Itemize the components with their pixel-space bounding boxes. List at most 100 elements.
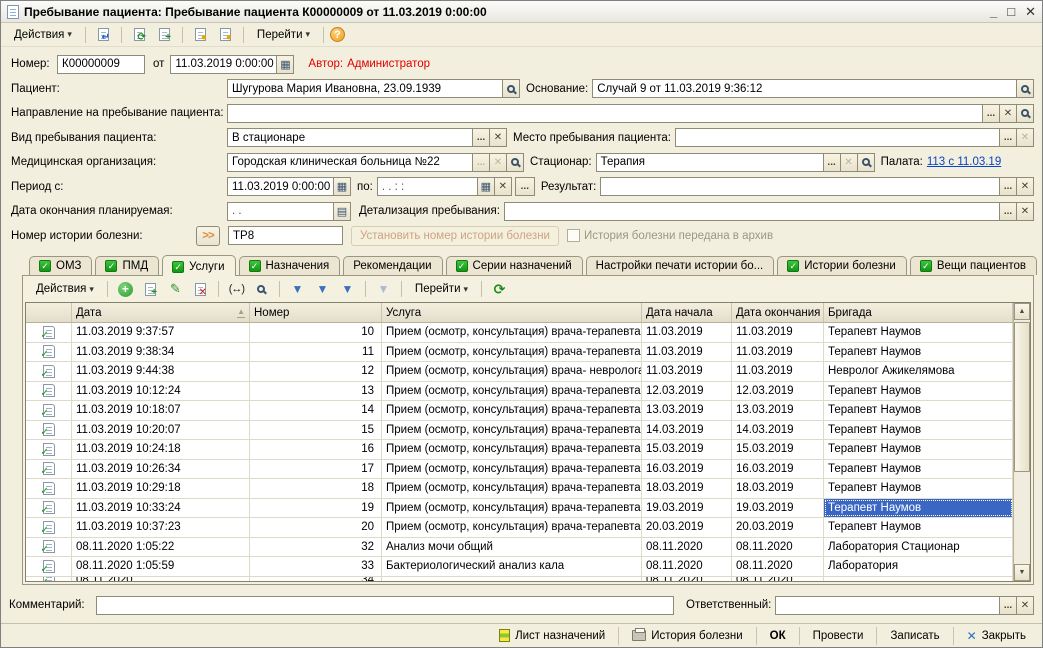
table-row[interactable]: ✓08.11.2020 1:05:5933Бактериологический …	[26, 557, 1013, 577]
table-row[interactable]: ✓11.03.2019 10:18:0714Прием (осмотр, кон…	[26, 401, 1013, 421]
column-header-service[interactable]: Услуга	[382, 303, 642, 322]
cell-team[interactable]: Невролог Ажикелямова	[824, 362, 1013, 381]
refresh-table-button[interactable]: ⟳	[488, 279, 511, 299]
cell-date[interactable]: 08.11.2020 1:05:59	[72, 557, 250, 576]
comment-input[interactable]	[96, 596, 674, 615]
cell-start[interactable]: 15.03.2019	[642, 440, 732, 459]
stay-type-input[interactable]: В стационаре	[227, 128, 473, 147]
go-menu-button[interactable]: Перейти ▾	[250, 26, 317, 44]
period-to-input[interactable]: . . : :	[377, 177, 478, 196]
column-header-end[interactable]: Дата окончания	[732, 303, 824, 322]
column-header-date[interactable]: Дата▲	[72, 303, 250, 322]
tab-2[interactable]: ✓ПМД	[95, 256, 159, 275]
cell-icon[interactable]: ✓	[26, 460, 72, 479]
cell-number[interactable]: 20	[250, 518, 382, 537]
cell-icon[interactable]: ✓	[26, 479, 72, 498]
filter-sort-button[interactable]: ▼	[286, 279, 309, 299]
cell-number[interactable]: 11	[250, 343, 382, 362]
cell-team[interactable]: Лаборатория	[824, 557, 1013, 576]
period-select-button[interactable]: ...	[515, 177, 535, 196]
detail-select-button[interactable]: ...	[1000, 202, 1017, 221]
cell-date[interactable]: 11.03.2019 10:26:34	[72, 460, 250, 479]
planned-end-input[interactable]: . .	[227, 202, 334, 221]
cell-start[interactable]: 08.11.2020	[642, 577, 732, 582]
cell-service[interactable]: Прием (осмотр, консультация) врача-терап…	[382, 518, 642, 537]
referral-lookup-button[interactable]	[1017, 104, 1034, 123]
table-row[interactable]: ✓11.03.2019 10:29:1818Прием (осмотр, кон…	[26, 479, 1013, 499]
scroll-track[interactable]	[1014, 320, 1030, 564]
table-row[interactable]: ✓11.03.2019 10:24:1816Прием (осмотр, кон…	[26, 440, 1013, 460]
cell-icon[interactable]: ✓	[26, 362, 72, 381]
copy-new-button[interactable]: +	[153, 25, 176, 45]
cell-start[interactable]: 08.11.2020	[642, 557, 732, 576]
cell-service[interactable]	[382, 577, 642, 582]
cell-icon[interactable]: ✓	[26, 557, 72, 576]
cell-date[interactable]: 11.03.2019 10:37:23	[72, 518, 250, 537]
cell-date[interactable]: 11.03.2019 10:20:07	[72, 421, 250, 440]
table-row[interactable]: ✓11.03.2019 10:12:2413Прием (осмотр, кон…	[26, 382, 1013, 402]
cell-number[interactable]: 10	[250, 323, 382, 342]
cell-icon[interactable]: ✓	[26, 440, 72, 459]
cell-service[interactable]: Анализ мочи общий	[382, 538, 642, 557]
ward-link[interactable]: 113 с 11.03.19	[927, 156, 1001, 168]
cell-icon[interactable]: ✓	[26, 401, 72, 420]
vertical-scrollbar[interactable]: ▲ ▼	[1013, 303, 1030, 581]
patient-lookup-button[interactable]	[503, 79, 520, 98]
tab-8[interactable]: ✓Истории болезни	[777, 256, 907, 275]
cell-end[interactable]: 19.03.2019	[732, 499, 824, 518]
cell-service[interactable]: Прием (осмотр, консультация) врача- невр…	[382, 362, 642, 381]
tab-7[interactable]: Настройки печати истории бо...	[586, 256, 775, 275]
tab-3[interactable]: ✓Услуги	[162, 255, 235, 276]
cell-team[interactable]: Лаборатория Стационар	[824, 538, 1013, 557]
cell-icon[interactable]: ✓	[26, 518, 72, 537]
cell-icon[interactable]: ✓	[26, 421, 72, 440]
scroll-thumb[interactable]	[1014, 322, 1030, 472]
cell-date[interactable]: 11.03.2019 10:33:24	[72, 499, 250, 518]
tab-5[interactable]: Рекомендации	[343, 256, 442, 275]
responsible-input[interactable]	[775, 596, 1000, 615]
responsible-clear-button[interactable]: ✕	[1017, 596, 1034, 615]
cell-service[interactable]: Прием (осмотр, консультация) врача-терап…	[382, 479, 642, 498]
cell-number[interactable]: 16	[250, 440, 382, 459]
filter-history-button[interactable]: ▼	[336, 279, 359, 299]
cell-start[interactable]: 11.03.2019	[642, 343, 732, 362]
cell-number[interactable]: 12	[250, 362, 382, 381]
cell-icon[interactable]: ✓	[26, 538, 72, 557]
cell-icon[interactable]: ✓	[26, 382, 72, 401]
cell-service[interactable]: Прием (осмотр, консультация) врача-терап…	[382, 460, 642, 479]
help-icon[interactable]: ?	[330, 27, 345, 42]
cell-team[interactable]: Терапевт Наумов	[824, 479, 1013, 498]
cell-end[interactable]: 11.03.2019	[732, 343, 824, 362]
cell-service[interactable]: Прием (осмотр, консультация) врача-терап…	[382, 499, 642, 518]
cell-icon[interactable]: ✓	[26, 499, 72, 518]
cell-end[interactable]: 08.11.2020	[732, 557, 824, 576]
result-select-button[interactable]: ...	[1000, 177, 1017, 196]
patient-input[interactable]: Шугурова Мария Ивановна, 23.09.1939	[227, 79, 503, 98]
table-actions-menu-button[interactable]: Действия ▾	[29, 280, 101, 298]
cell-number[interactable]: 17	[250, 460, 382, 479]
find-button[interactable]	[250, 279, 273, 299]
hospital-lookup-button[interactable]	[858, 153, 875, 172]
cell-end[interactable]: 11.03.2019	[732, 362, 824, 381]
cell-date[interactable]: 08.11.2020	[72, 577, 250, 582]
table-row[interactable]: ✓11.03.2019 9:38:3411Прием (осмотр, конс…	[26, 343, 1013, 363]
referral-input[interactable]	[227, 104, 983, 123]
cell-end[interactable]: 13.03.2019	[732, 401, 824, 420]
basis-input[interactable]: Случай 9 от 11.03.2019 9:36:12	[592, 79, 1017, 98]
cell-team[interactable]: Терапевт Наумов	[824, 499, 1013, 518]
cell-number[interactable]: 15	[250, 421, 382, 440]
period-from-input[interactable]: 11.03.2019 0:00:00	[227, 177, 334, 196]
cell-team[interactable]: Терапевт Наумов	[824, 343, 1013, 362]
cell-date[interactable]: 11.03.2019 9:44:38	[72, 362, 250, 381]
minimize-button[interactable]: _	[990, 5, 997, 19]
cell-date[interactable]: 11.03.2019 9:38:34	[72, 343, 250, 362]
cell-service[interactable]: Прием (осмотр, консультация) врача-терап…	[382, 323, 642, 342]
med-org-lookup-button[interactable]	[507, 153, 524, 172]
cell-start[interactable]: 08.11.2020	[642, 538, 732, 557]
period-to-clear-button[interactable]: ✕	[495, 177, 512, 196]
expand-history-button[interactable]: >>	[196, 226, 220, 246]
cell-number[interactable]: 18	[250, 479, 382, 498]
result-clear-button[interactable]: ✕	[1017, 177, 1034, 196]
stay-place-select-button[interactable]: ...	[1000, 128, 1017, 147]
cell-service[interactable]: Прием (осмотр, консультация) врача-терап…	[382, 421, 642, 440]
